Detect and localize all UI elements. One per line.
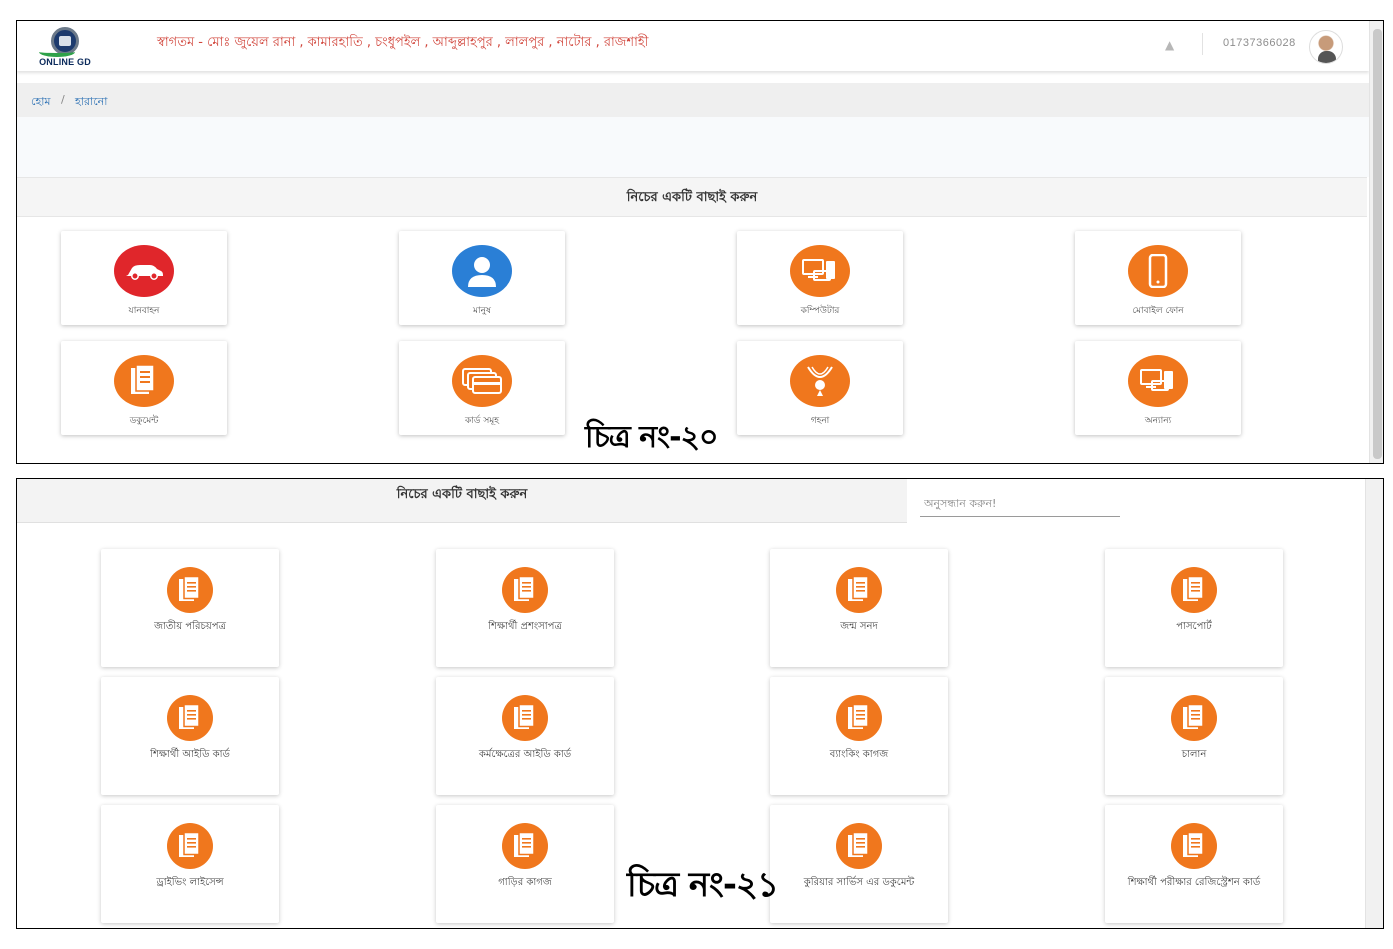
computer-icon — [790, 245, 850, 297]
document-card-birth-certificate[interactable]: জন্ম সনদ — [770, 549, 948, 667]
person-icon — [452, 245, 512, 297]
document-card-courier-documents[interactable]: কুরিয়ার সার্ভিস এর ডকুমেন্ট — [770, 805, 948, 923]
document-label: শিক্ষার্থী পরীক্ষার রেজিস্ট্রেশন কার্ড — [1127, 877, 1261, 888]
document-label: গাড়ির কাগজ — [498, 877, 552, 888]
category-label: কম্পিউটার — [800, 306, 840, 316]
jewelry-icon — [790, 355, 850, 407]
document-icon — [502, 823, 548, 869]
document-label: চালান — [1181, 749, 1207, 760]
document-label: শিক্ষার্থী আইডি কার্ড — [150, 749, 230, 760]
category-card-mobile-phone[interactable]: মোবাইল ফোন — [1075, 231, 1241, 325]
navbar-divider — [1202, 33, 1203, 55]
document-icon — [1171, 695, 1217, 741]
document-card-banking-papers[interactable]: ব্যাংকিং কাগজ — [770, 677, 948, 795]
document-card-national-id[interactable]: জাতীয় পরিচয়পত্র — [101, 549, 279, 667]
category-card-cards[interactable]: কার্ড সমূহ — [399, 341, 565, 435]
cards-icon — [452, 355, 512, 407]
mobile-phone-icon — [1128, 245, 1188, 297]
figure-caption-20: চিত্র নং-২০ — [585, 420, 719, 455]
page-scrollbar[interactable] — [1369, 21, 1383, 463]
figure-caption-21: চিত্র নং-২১ — [627, 865, 779, 905]
document-icon — [836, 567, 882, 613]
breadcrumb: হোম / হারানো — [17, 83, 1369, 117]
document-icon — [114, 355, 174, 407]
document-card-vehicle-papers[interactable]: গাড়ির কাগজ — [436, 805, 614, 923]
breadcrumb-home-link[interactable]: হোম — [31, 93, 51, 112]
category-label: গহনা — [810, 416, 830, 426]
category-card-person[interactable]: মানুষ — [399, 231, 565, 325]
logo-swoosh-icon — [39, 47, 75, 57]
user-avatar[interactable] — [1309, 30, 1343, 64]
document-card-passport[interactable]: পাসপোর্ট — [1105, 549, 1283, 667]
top-navbar: ONLINE GD স্বাগতম - মোঃ জুয়েল রানা , কা… — [17, 21, 1369, 71]
document-icon — [502, 695, 548, 741]
breadcrumb-current: হারানো — [75, 95, 108, 108]
category-label: যানবাহন — [128, 306, 160, 316]
panel-title: নিচের একটি বাছাই করুন — [396, 487, 528, 502]
document-label: শিক্ষার্থী প্রশংসাপত্র — [488, 621, 562, 632]
document-label: ব্যাংকিং কাগজ — [829, 749, 889, 760]
category-card-other[interactable]: অন্যান্য — [1075, 341, 1241, 435]
search-input[interactable] — [920, 491, 1120, 517]
category-panel-header: নিচের একটি বাছাই করুন — [17, 177, 1367, 217]
category-label: মোবাইল ফোন — [1132, 306, 1184, 316]
document-icon — [836, 695, 882, 741]
category-label: ডকুমেন্ট — [129, 416, 159, 426]
welcome-message: স্বাগতম - মোঃ জুয়েল রানা , কামারহাতি , … — [157, 35, 649, 50]
document-icon — [502, 567, 548, 613]
screenshot-lost-category-page: ONLINE GD স্বাগতম - মোঃ জুয়েল রানা , কা… — [16, 20, 1384, 464]
user-phone-number: 01737366028 — [1223, 37, 1296, 49]
category-label: মানুষ — [473, 306, 491, 316]
document-card-driving-license[interactable]: ড্রাইভিং লাইসেন্স — [101, 805, 279, 923]
document-label: ড্রাইভিং লাইসেন্স — [156, 877, 224, 888]
screenshot-document-types-page: নিচের একটি বাছাই করুন জাতীয় পরিচয়পত্র … — [16, 478, 1384, 929]
scrollbar-thumb[interactable] — [1373, 29, 1382, 459]
document-icon — [1171, 567, 1217, 613]
logo-text: ONLINE GD — [39, 57, 91, 67]
panel-title: নিচের একটি বাছাই করুন — [626, 190, 758, 205]
category-label: অন্যান্য — [1144, 416, 1172, 426]
notification-bell-icon[interactable]: ▲ — [1165, 38, 1174, 52]
other-devices-icon — [1128, 355, 1188, 407]
document-label: জাতীয় পরিচয়পত্র — [154, 621, 226, 632]
document-card-student-id[interactable]: শিক্ষার্থী আইডি কার্ড — [101, 677, 279, 795]
document-label: কর্মক্ষেত্রের আইডি কার্ড — [478, 749, 572, 760]
category-card-computer[interactable]: কম্পিউটার — [737, 231, 903, 325]
document-card-work-id[interactable]: কর্মক্ষেত্রের আইডি কার্ড — [436, 677, 614, 795]
document-icon — [167, 823, 213, 869]
document-label: পাসপোর্ট — [1176, 621, 1212, 632]
document-card-exam-registration[interactable]: শিক্ষার্থী পরীক্ষার রেজিস্ট্রেশন কার্ড — [1105, 805, 1283, 923]
category-card-vehicle[interactable]: যানবাহন — [61, 231, 227, 325]
page-scrollbar[interactable] — [1365, 479, 1383, 928]
category-card-jewelry[interactable]: গহনা — [737, 341, 903, 435]
document-icon — [167, 567, 213, 613]
document-icon — [167, 695, 213, 741]
breadcrumb-separator: / — [61, 93, 65, 106]
document-label: কুরিয়ার সার্ভিস এর ডকুমেন্ট — [803, 877, 915, 888]
document-card-challan[interactable]: চালান — [1105, 677, 1283, 795]
document-panel-header: নিচের একটি বাছাই করুন — [17, 479, 907, 523]
content-spacer — [17, 117, 1369, 177]
document-icon — [1171, 823, 1217, 869]
document-card-student-testimonial[interactable]: শিক্ষার্থী প্রশংসাপত্র — [436, 549, 614, 667]
category-label: কার্ড সমূহ — [464, 416, 500, 426]
document-label: জন্ম সনদ — [840, 621, 878, 632]
document-icon — [836, 823, 882, 869]
online-gd-logo[interactable]: ONLINE GD — [33, 25, 97, 67]
category-card-document[interactable]: ডকুমেন্ট — [61, 341, 227, 435]
car-icon — [114, 245, 174, 297]
